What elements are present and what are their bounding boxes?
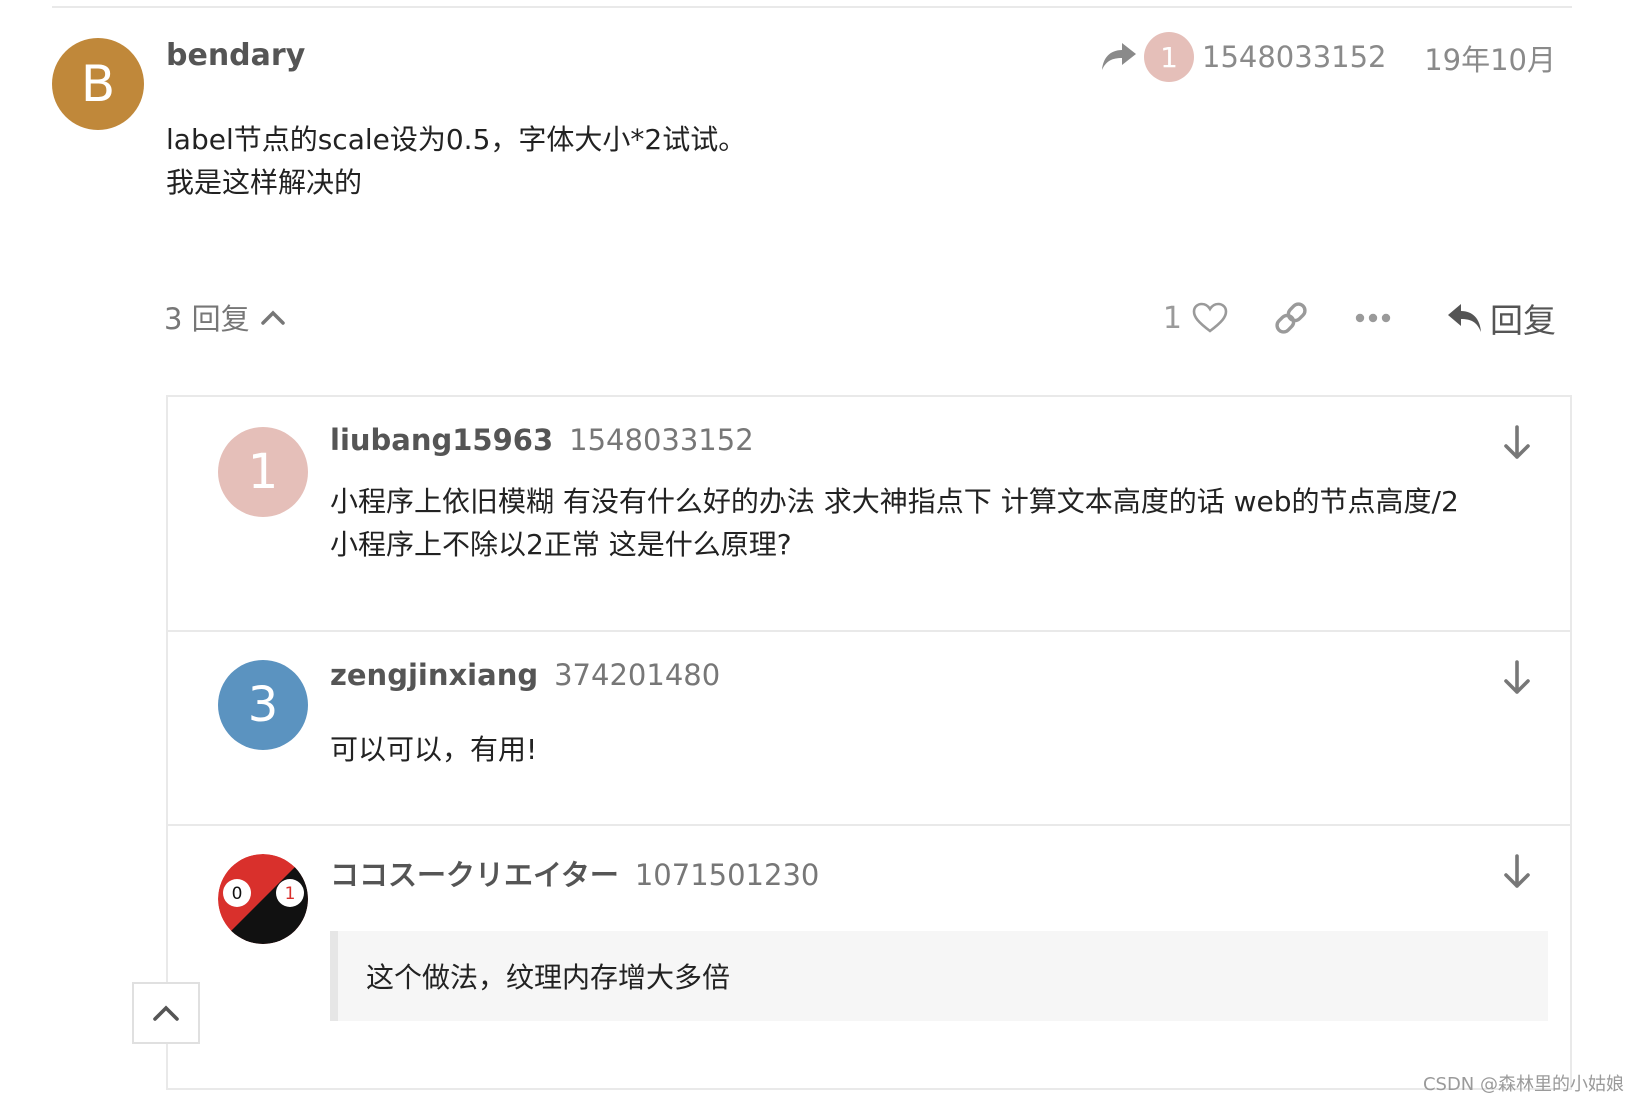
top-divider bbox=[52, 6, 1572, 8]
reply-avatar[interactable]: 0 1 bbox=[218, 854, 308, 944]
post-author-username[interactable]: bendary bbox=[166, 38, 305, 73]
post-date[interactable]: 19年10月 bbox=[1424, 37, 1556, 79]
reply-body-line: 小程序上依旧模糊 有没有什么好的办法 求大神指点下 计算文本高度的话 web的节… bbox=[330, 485, 1459, 518]
reply-body-line: 可以可以，有用! bbox=[330, 733, 538, 766]
reply-avatar[interactable]: 1 bbox=[218, 427, 308, 517]
reply-quote: 这个做法，纹理内存增大多倍 bbox=[330, 931, 1548, 1021]
post-actions: 1 回复 bbox=[1163, 290, 1556, 346]
replies-count-label: 3 回复 bbox=[164, 302, 250, 336]
post-body-line: 我是这样解决的 bbox=[166, 166, 363, 199]
post-body-line: label节点的scale设为0.5，字体大小*2试试。 bbox=[166, 123, 747, 156]
reply-user-id: 1071501230 bbox=[634, 858, 820, 892]
reply-to-username: 1548033152 bbox=[1202, 40, 1387, 74]
reply-body: 可以可以，有用! bbox=[330, 728, 1530, 771]
post-author-avatar[interactable]: B bbox=[52, 38, 144, 130]
reply-author: ココスークリエイター 1071501230 bbox=[330, 852, 819, 894]
more-options-button[interactable] bbox=[1354, 311, 1392, 325]
post-body: label节点的scale设为0.5，字体大小*2试试。 我是这样解决的 bbox=[166, 118, 746, 204]
reply-to-indicator[interactable]: 1 1548033152 bbox=[1098, 32, 1387, 82]
arrow-down-icon[interactable] bbox=[1500, 852, 1534, 892]
heart-icon bbox=[1192, 302, 1228, 333]
reply-author: zengjinxiang 374201480 bbox=[330, 658, 720, 692]
reply-body-line: 小程序上不除以2正常 这是什么原理? bbox=[330, 528, 792, 561]
link-icon bbox=[1275, 302, 1307, 334]
replies-toggle-button[interactable]: 3 回复 bbox=[164, 296, 286, 338]
reply-user-id: 1548033152 bbox=[569, 423, 754, 457]
chevron-up-icon bbox=[153, 1005, 179, 1021]
reply-username[interactable]: ココスークリエイター bbox=[330, 858, 619, 892]
ellipsis-icon bbox=[1355, 313, 1391, 323]
reply-button-label: 回复 bbox=[1490, 301, 1556, 340]
like-count[interactable]: 1 bbox=[1163, 301, 1182, 336]
reply-body: 小程序上依旧模糊 有没有什么好的办法 求大神指点下 计算文本高度的话 web的节… bbox=[330, 480, 1530, 566]
reply-author: liubang15963 1548033152 bbox=[330, 423, 754, 457]
reply-user-id: 374201480 bbox=[554, 658, 721, 692]
arrow-down-icon[interactable] bbox=[1500, 423, 1534, 463]
reply-username[interactable]: liubang15963 bbox=[330, 423, 553, 457]
reply-username[interactable]: zengjinxiang bbox=[330, 658, 538, 692]
arrow-down-icon[interactable] bbox=[1500, 658, 1534, 698]
reply-to-avatar: 1 bbox=[1144, 32, 1194, 82]
reply-item: 1 liubang15963 1548033152 小程序上依旧模糊 有没有什么好… bbox=[168, 397, 1570, 630]
nested-replies: 1 liubang15963 1548033152 小程序上依旧模糊 有没有什么好… bbox=[166, 395, 1572, 1090]
share-arrow-icon bbox=[1102, 43, 1136, 70]
reply-item: 0 1 ココスークリエイター 1071501230 这个做法，纹理内存增大多倍 bbox=[168, 824, 1570, 1088]
reply-arrow-icon bbox=[1448, 304, 1481, 332]
chevron-up-icon bbox=[260, 310, 285, 325]
avatar-badge-0: 0 bbox=[232, 884, 243, 904]
reply-avatar[interactable]: 3 bbox=[218, 660, 308, 750]
copy-link-button[interactable] bbox=[1272, 299, 1310, 337]
avatar-badge-1: 1 bbox=[285, 884, 296, 904]
reply-item: 3 zengjinxiang 374201480 可以可以，有用! bbox=[168, 630, 1570, 824]
scroll-to-top-button[interactable] bbox=[132, 982, 200, 1044]
like-button[interactable] bbox=[1192, 302, 1228, 334]
watermark: CSDN @森林里的小姑娘 bbox=[1422, 1074, 1624, 1095]
reply-button[interactable]: 回复 bbox=[1446, 294, 1556, 342]
quote-text: 这个做法，纹理内存增大多倍 bbox=[366, 961, 731, 994]
